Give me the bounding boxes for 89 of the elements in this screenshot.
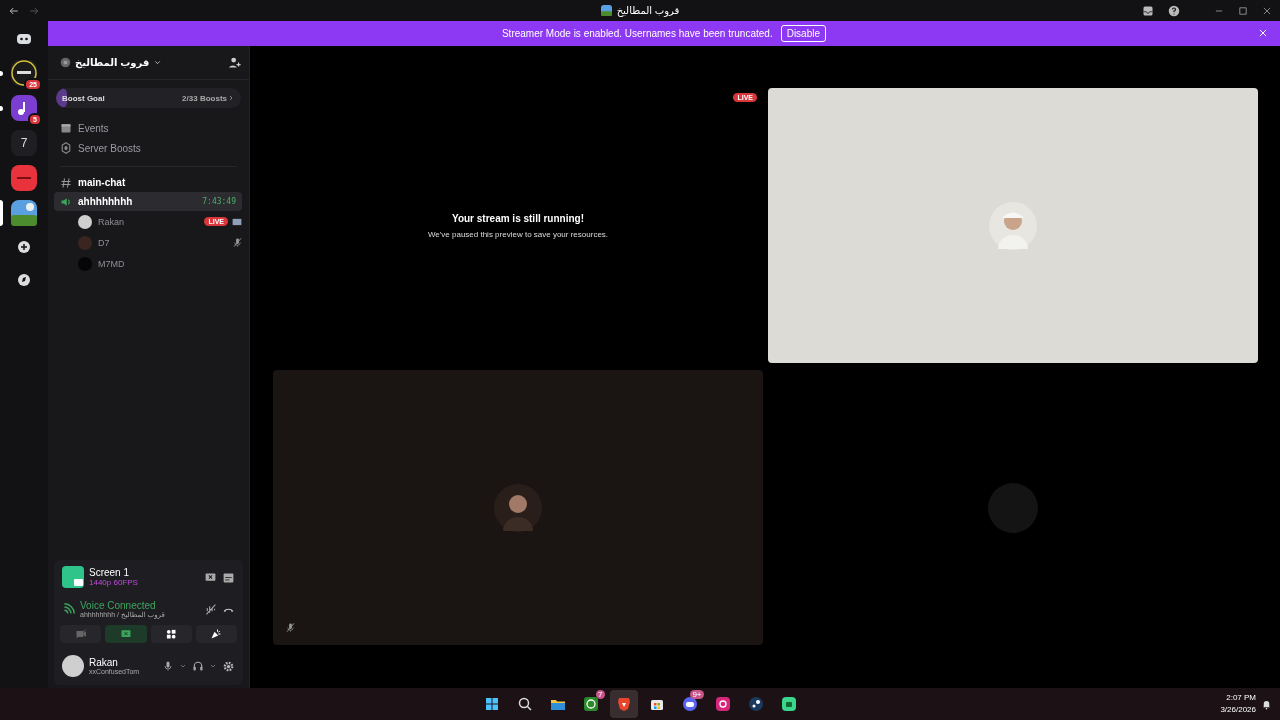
microphone-icon [162,660,174,672]
video-tile[interactable] [273,370,763,645]
screen-preview-icon [231,216,243,227]
user-avatar[interactable] [62,655,84,677]
hash-icon [60,176,72,189]
inbox-icon [1142,4,1154,17]
disable-button[interactable]: Disable [780,25,827,42]
chevron-down-icon [209,662,217,670]
taskbar-app[interactable]: 7 [576,690,605,718]
clock-date[interactable]: 3/26/2026 [1220,704,1256,716]
server-name[interactable]: قروب المطاليخ [75,57,150,68]
steam-icon [747,696,764,712]
screen-share-icon [62,566,84,588]
muted-mic-icon [232,237,243,248]
user-avatar [78,214,92,229]
server-item[interactable]: 7 [0,128,48,158]
channel-item[interactable]: ahhhhhhhh 7:43:49 [54,192,242,211]
nav-item[interactable]: Server Boosts [48,138,249,158]
selection-indicator [0,200,3,226]
stream-title: Screen 1 [89,567,131,578]
boost-goal-bar[interactable]: Boost Goal 2/33 Boosts [56,88,241,108]
boost-icon [60,142,72,154]
xbox-icon [582,696,599,712]
boost-count: 2/33 Boosts [182,93,227,103]
stop-stream-button[interactable] [204,570,217,584]
app-icon [780,696,797,712]
taskbar-app[interactable]: 9+ [675,690,704,718]
user-name[interactable]: M7MD [98,258,125,269]
camera-button[interactable] [60,625,102,643]
headphones-button[interactable] [192,660,204,672]
stream-quality: 1440p 60FPS [89,578,138,587]
signal-icon [62,603,75,616]
screen-x-icon [204,570,217,584]
windows-icon [483,696,500,712]
headphones-icon [192,660,204,672]
voice-status: Voice Connected [80,600,157,611]
server-icon [11,200,37,226]
chevron-right-icon [227,94,235,102]
paused-message: We've paused this preview to save your resources. [427,229,609,239]
microphone-button[interactable] [162,660,174,672]
activities-button[interactable] [150,625,192,643]
settings-button[interactable] [222,659,235,673]
compass-icon [15,271,33,289]
server-icon [600,5,612,16]
notification-bell-icon [1261,699,1272,710]
noise-suppression-button[interactable] [204,603,217,616]
muted-mic-icon [285,622,296,633]
maximize-icon [1238,5,1248,16]
server-icon [60,57,71,68]
screen-x-icon [119,628,132,640]
party-horn-icon [210,628,223,640]
nav-item[interactable]: Events [48,118,249,138]
search-icon [516,696,533,712]
server-icon [11,60,37,86]
user-name: Rakan [89,657,119,668]
add-user-icon [228,56,241,69]
video-tile[interactable] [768,88,1258,363]
clock-time[interactable]: 2:07 PM [1220,692,1256,704]
stream-settings-button[interactable] [222,570,235,584]
settings-icon [222,659,235,673]
notification-badge: 9+ [690,690,704,699]
notification-badge: 7 [596,690,605,699]
user-name[interactable]: Rakan [98,216,124,227]
close-icon [1258,28,1268,38]
server-icon [11,165,37,191]
speaker-icon [60,195,72,208]
screen-share-button[interactable] [105,625,147,643]
camera-icon [714,696,731,712]
calendar-icon [60,122,72,134]
close-button[interactable] [1258,28,1268,38]
banner-message: Streamer Mode is enabled. Usernames have been truncated. [501,28,773,39]
close-icon [1262,5,1272,16]
camera-off-icon [74,628,87,640]
window-title: قروب المطاليخ [616,5,680,16]
clapperboard-icon [222,570,235,584]
add-server-icon [15,238,33,256]
user-name[interactable]: D7 [98,237,110,248]
soundwave-off-icon [204,603,217,616]
chevron-down-icon [179,662,187,670]
server-icon[interactable]: 7 [20,136,28,150]
boost-goal-label: Boost Goal [62,93,105,103]
chevron-down-icon [153,58,163,67]
user-avatar [78,235,92,250]
server-icon [11,95,37,121]
soundboard-button[interactable] [195,625,237,643]
paused-title: Your stream is still running! [451,212,585,224]
shapes-icon [165,628,178,640]
help-icon [1168,4,1180,17]
channel-item[interactable]: main-chat [54,173,242,192]
